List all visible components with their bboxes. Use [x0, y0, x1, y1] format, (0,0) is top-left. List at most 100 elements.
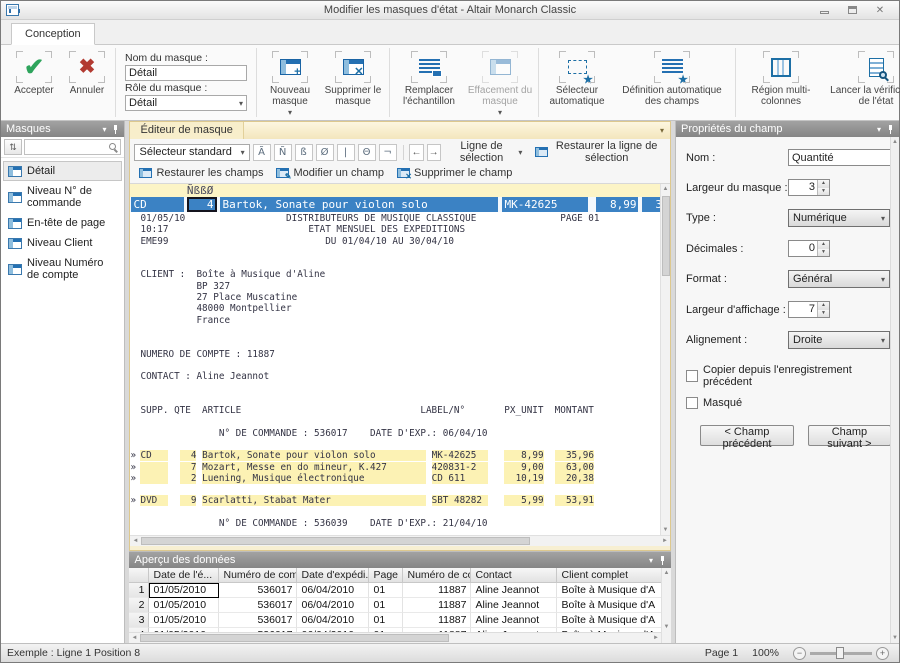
preview-cell[interactable]: 11887: [403, 613, 471, 628]
row-number-cell[interactable]: 1: [129, 583, 149, 598]
sample-field[interactable]: 8,99: [596, 197, 638, 212]
field-highlight[interactable]: Bartok, Sonate pour violon solo: [202, 450, 426, 461]
sample-field[interactable]: MK-42625: [502, 197, 588, 212]
panel-menu-icon[interactable]: ▾: [877, 125, 881, 134]
preview-cell[interactable]: 01/05/2010: [149, 613, 219, 628]
shift-right-button[interactable]: →: [427, 144, 441, 161]
preview-cell[interactable]: Boîte à Musique d'A: [557, 613, 667, 628]
previous-field-button[interactable]: < Champ précédent: [700, 425, 794, 446]
preview-cell[interactable]: 06/04/2010: [297, 583, 369, 598]
copy-previous-checkbox[interactable]: [686, 370, 698, 382]
pin-icon[interactable]: [112, 125, 119, 134]
mask-name-input[interactable]: [125, 65, 247, 81]
panel-menu-icon[interactable]: ▾: [649, 556, 653, 565]
zoom-slider-thumb[interactable]: [836, 647, 844, 659]
field-highlight[interactable]: 8,99: [504, 450, 543, 461]
alignment-select[interactable]: Droite ▾: [788, 331, 890, 349]
selection-line-button[interactable]: Ligne de sélection ▾: [444, 139, 528, 165]
restore-fields-button[interactable]: Restaurer les champs: [134, 166, 268, 180]
hidden-checkbox[interactable]: [686, 397, 698, 409]
report-vertical-scrollbar[interactable]: ▲ ▼: [660, 184, 670, 535]
field-highlight[interactable]: 5,99: [504, 495, 543, 506]
field-highlight[interactable]: 9: [180, 495, 197, 506]
selector-type-select[interactable]: Sélecteur standard ▾: [134, 144, 249, 161]
mask-list-item[interactable]: Niveau Client: [3, 233, 122, 253]
preview-cell[interactable]: 01: [369, 583, 403, 598]
preview-horizontal-scrollbar[interactable]: ◄ ►: [129, 632, 661, 643]
step-down-icon[interactable]: ▼: [818, 188, 829, 196]
preview-cell[interactable]: 01/05/2010: [149, 598, 219, 613]
scroll-down-icon[interactable]: ▼: [662, 622, 671, 632]
mask-width-stepper[interactable]: 3 ▲▼: [788, 179, 830, 196]
display-width-stepper[interactable]: 7 ▲▼: [788, 301, 830, 318]
field-name-input[interactable]: [788, 149, 898, 166]
step-down-icon[interactable]: ▼: [818, 249, 829, 257]
preview-column-header[interactable]: Numéro de com...: [219, 568, 297, 583]
preview-column-header[interactable]: Page: [369, 568, 403, 583]
preview-cell[interactable]: 536017: [219, 613, 297, 628]
current-sample-field[interactable]: 4: [187, 197, 217, 212]
preview-cell[interactable]: Aline Jeannot: [471, 598, 557, 613]
mask-list-item[interactable]: En-tête de page: [3, 213, 122, 233]
field-highlight[interactable]: [140, 473, 168, 484]
field-highlight[interactable]: Mozart, Messe en do mineur, K.427: [202, 462, 426, 473]
preview-cell[interactable]: 06/04/2010: [297, 613, 369, 628]
preview-cell[interactable]: Boîte à Musique d'A: [557, 598, 667, 613]
trap-button-Ã[interactable]: Ã: [253, 144, 271, 161]
multi-column-region-button[interactable]: Région multi-colonnes: [741, 50, 821, 107]
preview-cell[interactable]: 01: [369, 598, 403, 613]
zoom-slider[interactable]: − +: [793, 647, 889, 660]
restore-button[interactable]: [845, 4, 859, 16]
decimals-stepper[interactable]: 0 ▲▼: [788, 240, 830, 257]
delete-field-button[interactable]: ✕ Supprimer le champ: [392, 166, 517, 180]
preview-cell[interactable]: 536017: [219, 598, 297, 613]
trap-button-|[interactable]: |: [337, 144, 355, 161]
scrollbar-thumb[interactable]: [141, 537, 529, 545]
field-highlight[interactable]: 63,00: [555, 462, 594, 473]
report-lines[interactable]: 01/05/10 DISTRIBUTEURS DE MUSIQUE CLASSI…: [130, 212, 670, 535]
auto-define-fields-button[interactable]: ★ Définition automatique des champs: [614, 50, 730, 107]
scroll-down-icon[interactable]: ▼: [891, 633, 899, 643]
trap-button-Θ[interactable]: Θ: [358, 144, 376, 161]
preview-column-header[interactable]: [129, 568, 149, 583]
field-highlight[interactable]: 4: [180, 450, 197, 461]
zoom-out-button[interactable]: −: [793, 647, 806, 660]
panel-menu-icon[interactable]: ▾: [660, 126, 670, 135]
scrollbar-thumb[interactable]: [662, 196, 670, 276]
mask-list-item[interactable]: Détail: [3, 161, 122, 181]
preview-column-header[interactable]: Numéro de co...: [403, 568, 471, 583]
field-highlight[interactable]: [140, 462, 168, 473]
trap-line[interactable]: ÑßßØ: [130, 184, 670, 197]
step-up-icon[interactable]: ▲: [818, 241, 829, 249]
preview-cell[interactable]: 536017: [219, 583, 297, 598]
preview-cell[interactable]: Aline Jeannot: [471, 613, 557, 628]
preview-row[interactable]: 201/05/201053601706/04/20100111887Aline …: [129, 598, 671, 613]
edit-field-button[interactable]: ✎ Modifier un champ: [271, 166, 389, 180]
preview-column-header[interactable]: Client complet: [557, 568, 667, 583]
clear-mask-button[interactable]: Effacement du masque▾: [467, 50, 533, 118]
field-highlight[interactable]: MK-42625: [432, 450, 488, 461]
step-down-icon[interactable]: ▼: [818, 310, 829, 318]
mask-list-item[interactable]: Niveau Numéro de compte: [3, 253, 122, 285]
trap-button-Ø[interactable]: Ø: [316, 144, 334, 161]
format-select[interactable]: Général ▾: [788, 270, 890, 288]
field-highlight[interactable]: Scarlatti, Stabat Mater: [202, 495, 426, 506]
field-highlight[interactable]: 10,19: [504, 473, 543, 484]
field-highlight[interactable]: 7: [180, 462, 197, 473]
preview-row[interactable]: 301/05/201053601706/04/20100111887Aline …: [129, 613, 671, 628]
mask-editor-tab[interactable]: Éditeur de masque: [130, 122, 243, 139]
report-horizontal-scrollbar[interactable]: ◄ ►: [130, 535, 670, 546]
row-number-cell[interactable]: 3: [129, 613, 149, 628]
field-highlight[interactable]: 53,91: [555, 495, 594, 506]
pin-icon[interactable]: [887, 125, 894, 134]
restore-selection-line-button[interactable]: Restaurer la ligne de sélection: [530, 139, 666, 165]
field-highlight[interactable]: CD: [140, 450, 168, 461]
preview-cell[interactable]: Aline Jeannot: [471, 583, 557, 598]
trap-button-ß[interactable]: ß: [295, 144, 313, 161]
scroll-up-icon[interactable]: ▲: [662, 568, 671, 578]
scroll-right-icon[interactable]: ►: [660, 536, 670, 547]
scroll-left-icon[interactable]: ◄: [129, 633, 139, 643]
minimize-button[interactable]: [817, 4, 831, 16]
verify-report-button[interactable]: Lancer la vérification de l'état: [825, 50, 900, 107]
shift-left-button[interactable]: ←: [409, 144, 423, 161]
